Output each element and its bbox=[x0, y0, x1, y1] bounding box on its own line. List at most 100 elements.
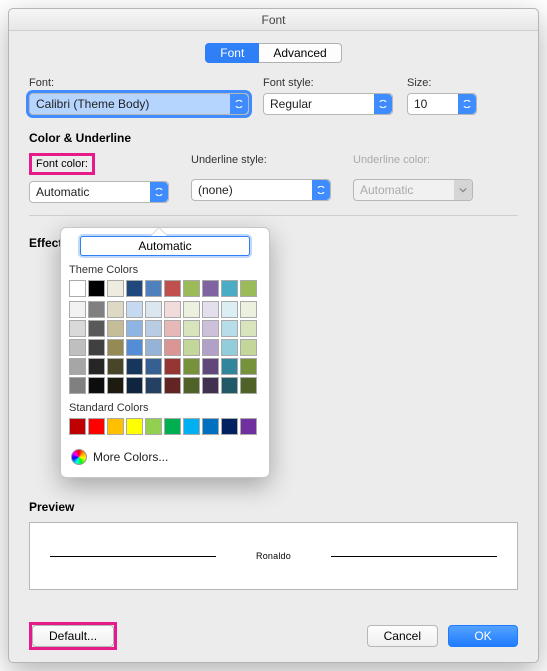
color-swatch[interactable] bbox=[88, 301, 105, 318]
color-swatch[interactable] bbox=[240, 280, 257, 297]
color-swatch[interactable] bbox=[183, 377, 200, 394]
color-swatch[interactable] bbox=[126, 377, 143, 394]
color-swatch[interactable] bbox=[145, 358, 162, 375]
color-swatch[interactable] bbox=[145, 320, 162, 337]
color-swatch[interactable] bbox=[126, 418, 143, 435]
color-swatch[interactable] bbox=[126, 320, 143, 337]
color-swatch[interactable] bbox=[164, 358, 181, 375]
color-swatch[interactable] bbox=[145, 301, 162, 318]
color-swatch[interactable] bbox=[202, 301, 219, 318]
color-swatch[interactable] bbox=[107, 339, 124, 356]
default-button[interactable]: Default... bbox=[32, 625, 114, 647]
font-value: Calibri (Theme Body) bbox=[36, 97, 149, 111]
font-color-combobox[interactable]: Automatic bbox=[29, 181, 169, 203]
color-underline-row: Font color: Automatic Underline style: (… bbox=[29, 153, 518, 203]
tab-font[interactable]: Font bbox=[205, 43, 259, 63]
preview-box: Ronaldo bbox=[29, 522, 518, 590]
size-value: 10 bbox=[414, 97, 427, 111]
theme-colors-row bbox=[69, 280, 261, 297]
color-swatch[interactable] bbox=[107, 377, 124, 394]
more-colors-button[interactable]: More Colors... bbox=[69, 445, 261, 469]
color-swatch[interactable] bbox=[240, 339, 257, 356]
color-swatch[interactable] bbox=[88, 280, 105, 297]
color-swatch[interactable] bbox=[69, 280, 86, 297]
tab-advanced[interactable]: Advanced bbox=[259, 43, 341, 63]
color-swatch[interactable] bbox=[164, 320, 181, 337]
theme-colors-label: Theme Colors bbox=[69, 264, 261, 276]
color-swatch[interactable] bbox=[202, 418, 219, 435]
ok-button[interactable]: OK bbox=[448, 625, 518, 647]
color-swatch[interactable] bbox=[183, 320, 200, 337]
color-swatch[interactable] bbox=[164, 339, 181, 356]
color-swatch[interactable] bbox=[88, 339, 105, 356]
color-swatch[interactable] bbox=[69, 418, 86, 435]
color-swatch[interactable] bbox=[88, 418, 105, 435]
chevron-down-icon bbox=[150, 182, 168, 202]
color-swatch[interactable] bbox=[202, 320, 219, 337]
theme-shade-row bbox=[69, 339, 261, 356]
color-swatch[interactable] bbox=[164, 418, 181, 435]
underline-color-value: Automatic bbox=[360, 183, 413, 197]
standard-colors-row bbox=[69, 418, 261, 435]
color-swatch[interactable] bbox=[164, 280, 181, 297]
color-swatch[interactable] bbox=[202, 377, 219, 394]
color-swatch[interactable] bbox=[221, 339, 238, 356]
color-swatch[interactable] bbox=[88, 358, 105, 375]
color-swatch[interactable] bbox=[145, 339, 162, 356]
color-swatch[interactable] bbox=[69, 377, 86, 394]
preview-line-left bbox=[50, 556, 216, 557]
color-swatch[interactable] bbox=[202, 358, 219, 375]
color-swatch[interactable] bbox=[107, 418, 124, 435]
font-style-label: Font style: bbox=[263, 77, 393, 89]
tab-bar: Font Advanced bbox=[29, 43, 518, 63]
color-swatch[interactable] bbox=[107, 280, 124, 297]
underline-style-label: Underline style: bbox=[191, 153, 331, 175]
size-combobox[interactable]: 10 bbox=[407, 93, 477, 115]
color-swatch[interactable] bbox=[240, 418, 257, 435]
color-swatch[interactable] bbox=[126, 339, 143, 356]
cancel-button[interactable]: Cancel bbox=[367, 625, 438, 647]
color-swatch[interactable] bbox=[183, 280, 200, 297]
color-swatch[interactable] bbox=[107, 301, 124, 318]
color-swatch[interactable] bbox=[69, 301, 86, 318]
color-swatch[interactable] bbox=[240, 377, 257, 394]
font-style-combobox[interactable]: Regular bbox=[263, 93, 393, 115]
color-swatch[interactable] bbox=[221, 280, 238, 297]
color-swatch[interactable] bbox=[183, 358, 200, 375]
color-swatch[interactable] bbox=[107, 358, 124, 375]
color-swatch[interactable] bbox=[69, 358, 86, 375]
color-swatch[interactable] bbox=[221, 418, 238, 435]
color-swatch[interactable] bbox=[107, 320, 124, 337]
color-swatch[interactable] bbox=[202, 280, 219, 297]
color-swatch[interactable] bbox=[88, 377, 105, 394]
color-swatch[interactable] bbox=[145, 377, 162, 394]
color-swatch[interactable] bbox=[126, 301, 143, 318]
color-swatch[interactable] bbox=[183, 301, 200, 318]
color-swatch[interactable] bbox=[145, 418, 162, 435]
color-swatch[interactable] bbox=[240, 301, 257, 318]
color-swatch[interactable] bbox=[126, 358, 143, 375]
color-swatch[interactable] bbox=[164, 377, 181, 394]
font-combobox[interactable]: Calibri (Theme Body) bbox=[29, 93, 249, 115]
color-swatch[interactable] bbox=[240, 320, 257, 337]
color-swatch[interactable] bbox=[221, 358, 238, 375]
color-swatch[interactable] bbox=[221, 320, 238, 337]
color-swatch[interactable] bbox=[183, 339, 200, 356]
color-swatch[interactable] bbox=[183, 418, 200, 435]
theme-shade-row bbox=[69, 320, 261, 337]
color-swatch[interactable] bbox=[221, 377, 238, 394]
color-swatch[interactable] bbox=[145, 280, 162, 297]
color-swatch[interactable] bbox=[88, 320, 105, 337]
color-swatch[interactable] bbox=[69, 320, 86, 337]
font-row: Font: Calibri (Theme Body) Font style: R… bbox=[29, 77, 518, 115]
color-wheel-icon bbox=[71, 449, 87, 465]
underline-style-combobox[interactable]: (none) bbox=[191, 179, 331, 201]
font-label: Font: bbox=[29, 77, 249, 89]
color-swatch[interactable] bbox=[126, 280, 143, 297]
color-swatch[interactable] bbox=[240, 358, 257, 375]
color-swatch[interactable] bbox=[164, 301, 181, 318]
automatic-color-button[interactable]: Automatic bbox=[80, 236, 250, 256]
color-swatch[interactable] bbox=[69, 339, 86, 356]
color-swatch[interactable] bbox=[221, 301, 238, 318]
color-swatch[interactable] bbox=[202, 339, 219, 356]
